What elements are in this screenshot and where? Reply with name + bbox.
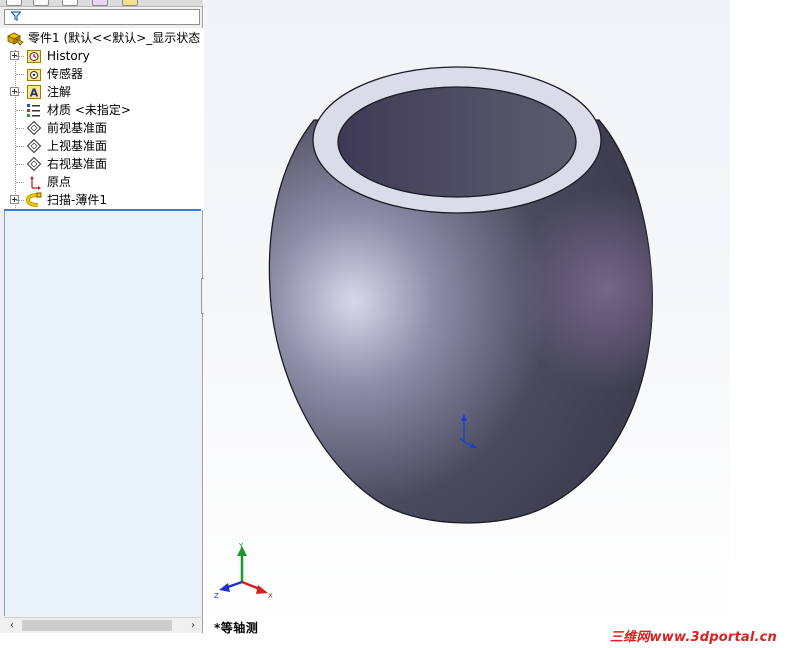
site-watermark: 三维网www.3dportal.cn bbox=[609, 630, 777, 645]
tree-horizontal-scrollbar[interactable]: ‹ › bbox=[4, 617, 201, 633]
tree-item-annotations[interactable]: A 注解 bbox=[0, 83, 203, 101]
tree-item-label: 材质 <未指定> bbox=[47, 103, 131, 117]
property-manager-tab[interactable] bbox=[33, 0, 49, 6]
tree-root-part[interactable]: 零件1 (默认<<默认>_显示状态 bbox=[0, 29, 203, 47]
plane-icon bbox=[26, 120, 42, 136]
plane-icon bbox=[26, 156, 42, 172]
tree-item-right-plane[interactable]: 右视基准面 bbox=[0, 155, 203, 173]
tree-empty-area bbox=[4, 211, 201, 616]
annotation-icon: A bbox=[26, 84, 42, 100]
tree-item-history[interactable]: History bbox=[0, 47, 203, 65]
coordinate-triad: Y X Z bbox=[214, 542, 273, 600]
tree-root-label: 零件1 (默认<<默认>_显示状态 bbox=[28, 31, 201, 45]
tree-item-top-plane[interactable]: 上视基准面 bbox=[0, 137, 203, 155]
tree-item-material[interactable]: 材质 <未指定> bbox=[0, 101, 203, 119]
tree-item-origin[interactable]: 原点 bbox=[0, 173, 203, 191]
dimxpert-tab[interactable] bbox=[92, 0, 108, 6]
graphics-area[interactable]: Y X Z *等轴测 bbox=[204, 0, 730, 635]
feature-manager-panel: 零件1 (默认<<默认>_显示状态 History 传感器 A 注解 材质 <未… bbox=[0, 0, 203, 633]
sensor-folder-icon bbox=[26, 66, 42, 82]
tree-item-label: 前视基准面 bbox=[47, 121, 108, 135]
triad-y-label: Y bbox=[238, 542, 244, 550]
svg-text:A: A bbox=[30, 87, 39, 100]
tree-item-sweep-thin1[interactable]: 扫描-薄件1 bbox=[0, 191, 203, 209]
display-manager-tab[interactable] bbox=[122, 0, 138, 6]
triad-x-label: X bbox=[268, 592, 273, 600]
configuration-manager-tab[interactable] bbox=[62, 0, 78, 6]
plane-icon bbox=[26, 138, 42, 154]
part-icon bbox=[6, 30, 24, 46]
triad-z-label: Z bbox=[214, 592, 219, 600]
tree-item-label: 上视基准面 bbox=[47, 139, 108, 153]
tree-item-front-plane[interactable]: 前视基准面 bbox=[0, 119, 203, 137]
history-icon bbox=[26, 48, 42, 64]
sweep-feature-icon bbox=[25, 192, 42, 208]
scroll-left-icon[interactable]: ‹ bbox=[6, 619, 18, 632]
view-orientation-label: *等轴测 bbox=[214, 621, 259, 635]
filter-icon bbox=[10, 11, 22, 25]
tree-item-label: 传感器 bbox=[47, 67, 84, 81]
tree-item-label: 原点 bbox=[47, 175, 72, 189]
vase-opening bbox=[337, 86, 577, 198]
tree-item-label: 扫描-薄件1 bbox=[47, 193, 107, 207]
tree-item-sensors[interactable]: 传感器 bbox=[0, 65, 203, 83]
feature-manager-tab[interactable] bbox=[6, 0, 22, 6]
feature-tree: 零件1 (默认<<默认>_显示状态 History 传感器 A 注解 材质 <未… bbox=[0, 28, 203, 222]
scroll-right-icon[interactable]: › bbox=[187, 619, 199, 632]
origin-icon bbox=[26, 174, 42, 190]
tree-filter-input[interactable] bbox=[4, 9, 200, 25]
tree-item-label: History bbox=[47, 49, 90, 63]
panel-tab-bar bbox=[0, 0, 203, 7]
tree-item-label: 右视基准面 bbox=[47, 157, 108, 171]
scrollbar-thumb[interactable] bbox=[22, 620, 172, 631]
material-icon bbox=[26, 102, 42, 118]
vase-model[interactable] bbox=[204, 0, 730, 633]
tree-item-label: 注解 bbox=[47, 85, 72, 99]
